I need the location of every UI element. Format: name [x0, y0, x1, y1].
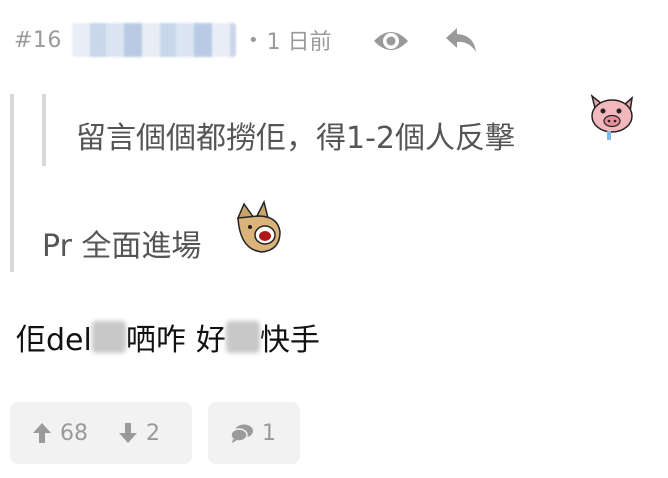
content-text-1: 佢del	[16, 323, 92, 358]
comment-count: 1	[262, 420, 276, 446]
arrow-down-icon	[119, 423, 137, 443]
nested-quote-text: 留言個個都撈佢，得1-2個人反擊	[76, 121, 515, 156]
content-text-3: 好	[195, 323, 226, 358]
quote-bar-inner	[42, 94, 46, 166]
post-number: #16	[14, 27, 62, 53]
comment-icon	[230, 424, 253, 443]
content-text-2: 哂咋	[125, 323, 186, 358]
quote-text: Pr 全面進場	[42, 229, 202, 264]
separator-dot: •	[247, 29, 259, 51]
censored-blur	[91, 321, 126, 353]
quote-bar-outer	[10, 94, 14, 272]
upvote-count: 68	[60, 420, 88, 446]
horse-emoji-icon	[234, 199, 284, 260]
eye-icon[interactable]	[372, 26, 410, 60]
post-timestamp: 1 日前	[266, 30, 332, 55]
downvote-count: 2	[146, 420, 160, 446]
arrow-up-icon	[33, 423, 51, 443]
comment-button[interactable]: 1	[208, 402, 300, 464]
censored-blur	[225, 321, 260, 353]
pig-emoji-icon	[588, 92, 636, 146]
post-content: 佢del 哂咋 好 快手	[16, 315, 320, 359]
upvote-button[interactable]: 68	[32, 421, 88, 446]
vote-bar: 68 2	[10, 402, 192, 464]
reply-icon[interactable]	[444, 26, 478, 58]
post-header: #16 • 1 日前	[14, 22, 332, 58]
downvote-button[interactable]: 2	[118, 421, 160, 446]
content-text-4: 快手	[259, 323, 320, 358]
username-blurred[interactable]	[71, 23, 236, 57]
